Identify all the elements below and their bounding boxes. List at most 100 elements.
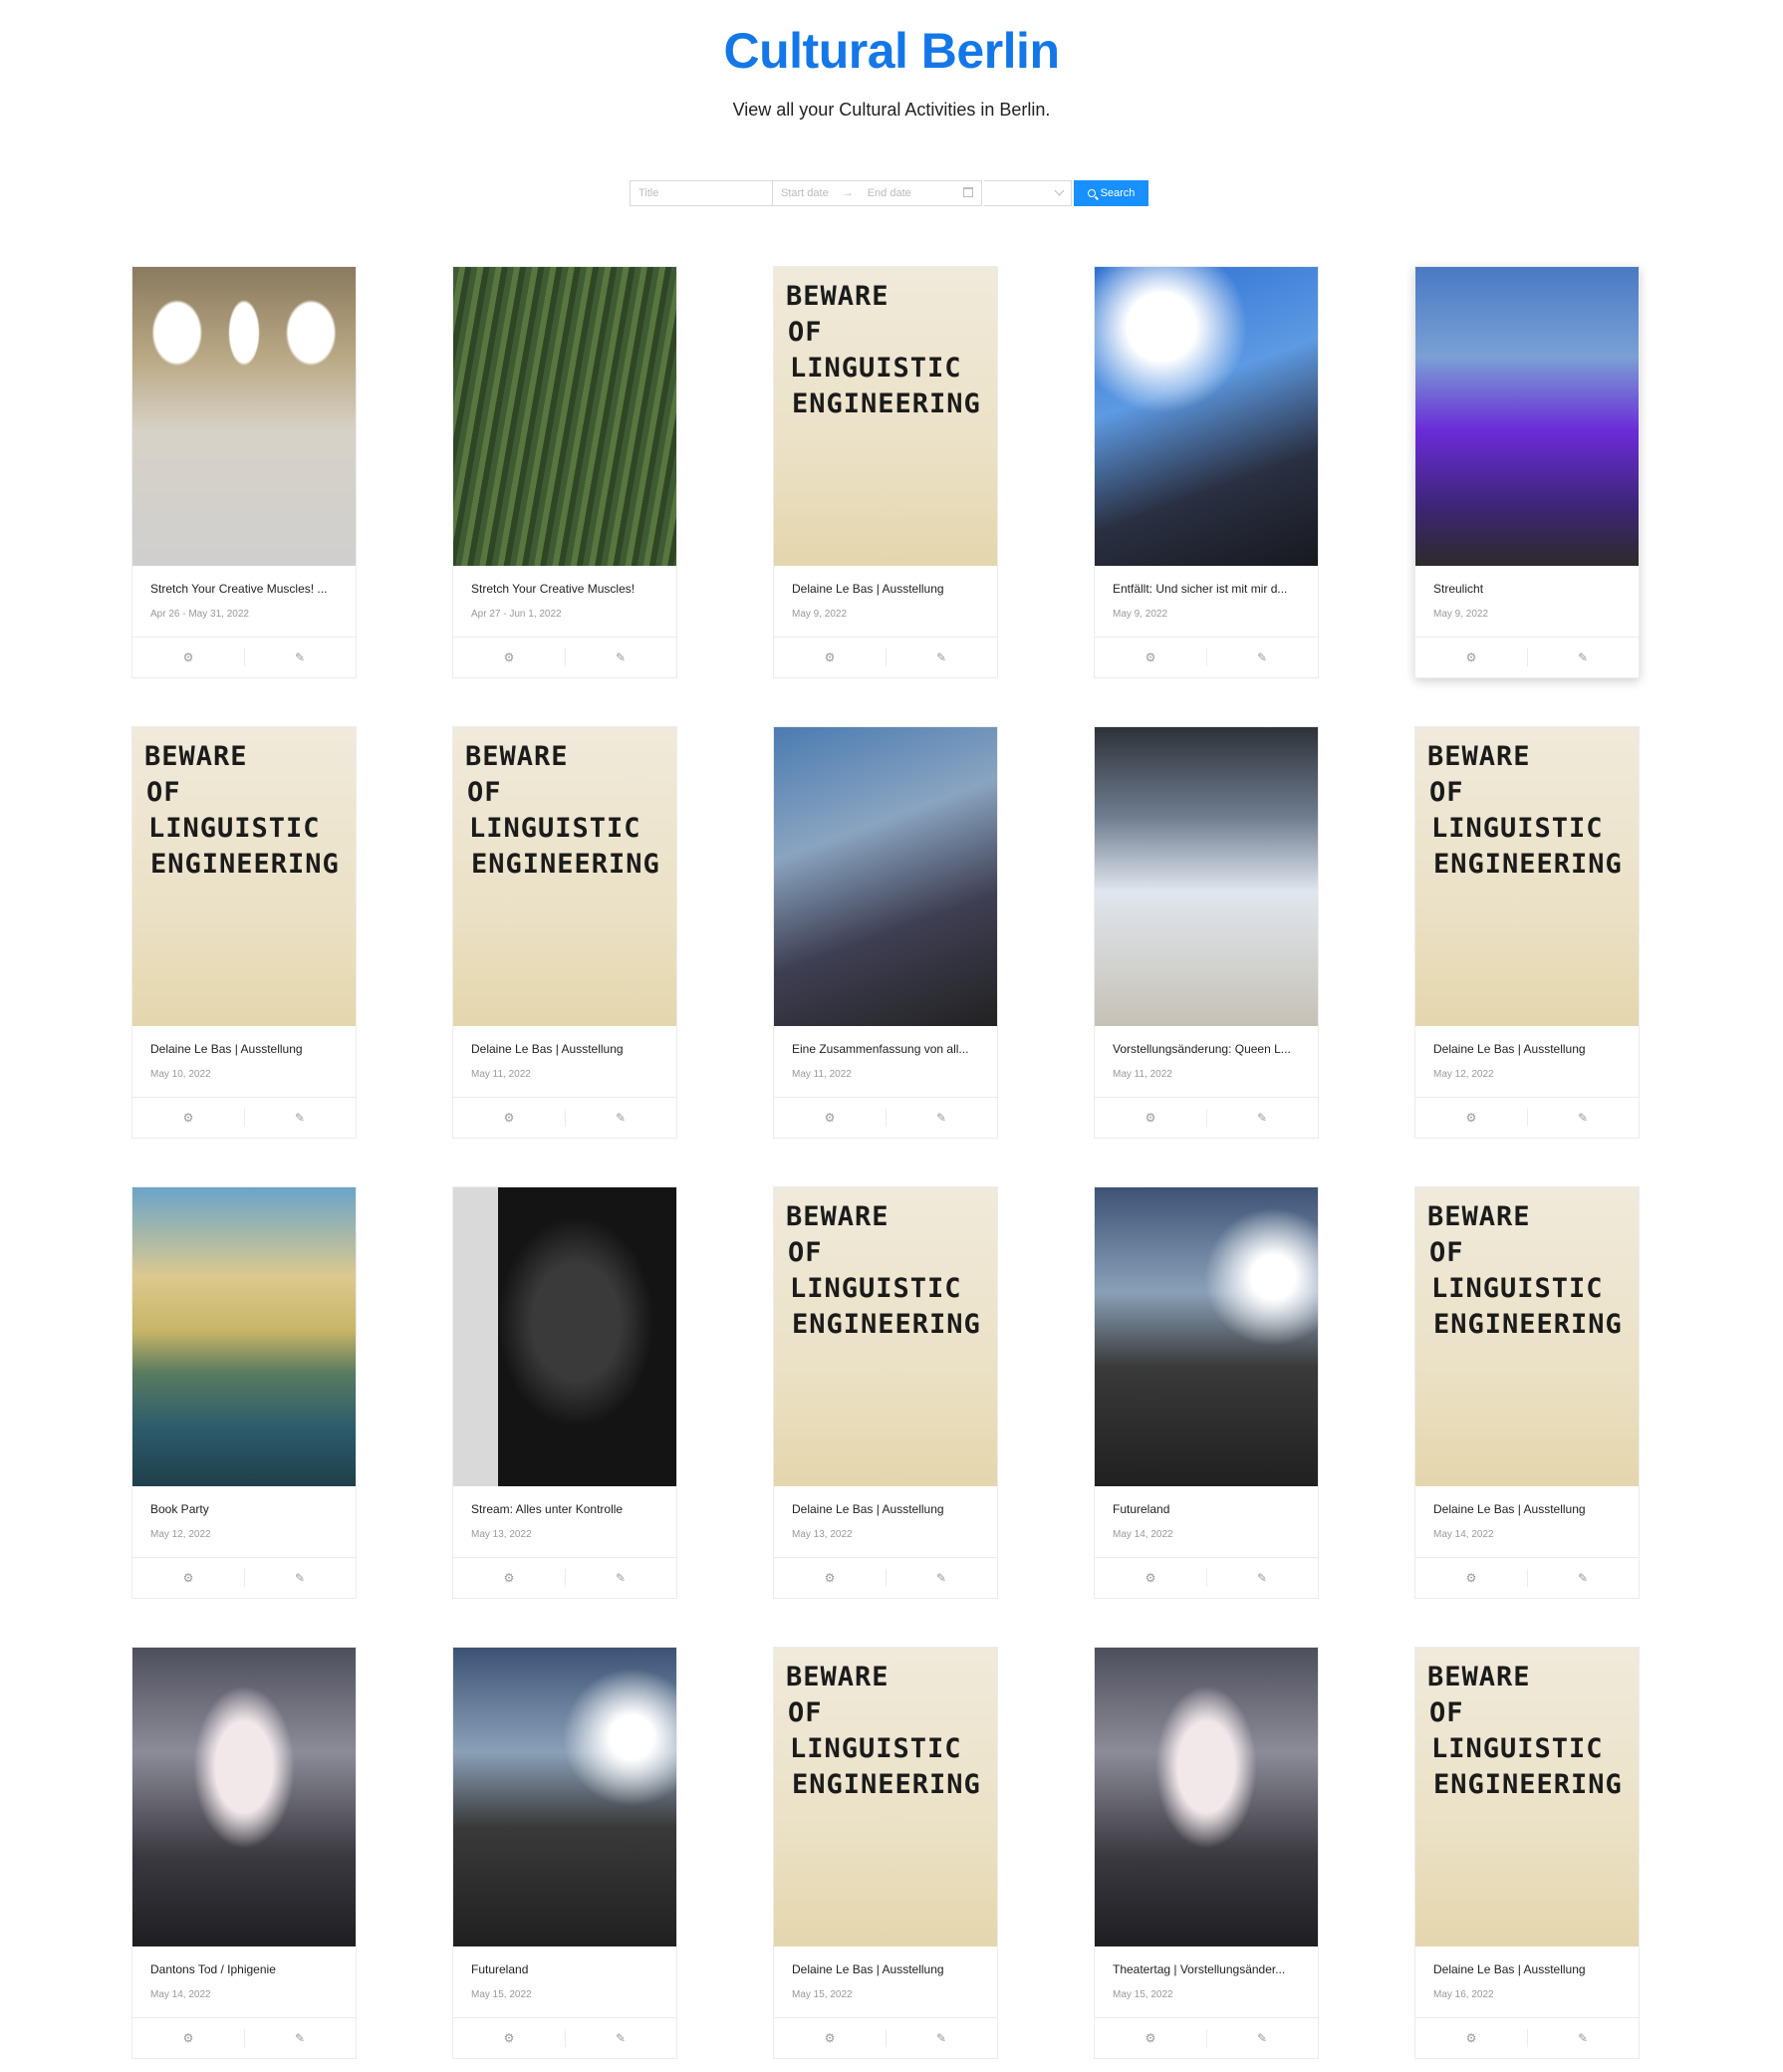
edit-button[interactable]: ✎	[244, 638, 356, 677]
settings-gear-icon: ⚙	[182, 2031, 194, 2046]
event-card[interactable]: BEWARE OF LINGUISTIC ENGINEERING Delaine Le …	[1414, 726, 1640, 1139]
settings-button[interactable]: ⚙	[132, 1098, 244, 1138]
event-image[interactable]	[1095, 267, 1318, 566]
event-card[interactable]: BEWARE OF LINGUISTIC ENGINEERING Delaine Le …	[773, 1186, 998, 1599]
event-card[interactable]: Dantons Tod / Iphigenie May 14, 2022 ⚙ ✎	[131, 1647, 357, 2059]
event-card[interactable]: BEWARE OF LINGUISTIC ENGINEERING Delaine Le …	[131, 726, 357, 1139]
edit-button[interactable]: ✎	[565, 2018, 676, 2058]
edit-button[interactable]: ✎	[244, 1098, 356, 1138]
settings-button[interactable]: ⚙	[453, 1098, 565, 1138]
event-image[interactable]: BEWARE OF LINGUISTIC ENGINEERING	[1415, 1187, 1639, 1486]
settings-button[interactable]: ⚙	[774, 1558, 886, 1598]
settings-button[interactable]: ⚙	[774, 1098, 886, 1138]
settings-button[interactable]: ⚙	[774, 638, 886, 677]
event-card[interactable]: Theatertag | Vorstellungsänder... May 15,…	[1094, 1647, 1319, 2059]
event-image[interactable]	[453, 1648, 676, 1946]
edit-button[interactable]: ✎	[1206, 2018, 1318, 2058]
settings-button[interactable]: ⚙	[1095, 638, 1206, 677]
edit-button[interactable]: ✎	[1206, 1558, 1318, 1598]
event-image[interactable]	[453, 1187, 676, 1486]
event-card[interactable]: BEWARE OF LINGUISTIC ENGINEERING Delaine Le …	[1414, 1186, 1640, 1599]
event-card[interactable]: Entfällt: Und sicher ist mit mir d... May…	[1094, 266, 1319, 678]
settings-button[interactable]: ⚙	[1095, 2018, 1206, 2058]
event-card[interactable]: Stream: Alles unter Kontrolle May 13, 202…	[452, 1186, 677, 1599]
event-card[interactable]: Streulicht May 9, 2022 ⚙ ✎	[1414, 266, 1640, 678]
event-image[interactable]	[1095, 1187, 1318, 1486]
event-date: May 9, 2022	[1433, 609, 1489, 620]
event-card[interactable]: BEWARE OF LINGUISTIC ENGINEERING Delaine Le …	[773, 1647, 998, 2059]
poster-line: OF	[788, 317, 823, 348]
settings-button[interactable]: ⚙	[132, 1558, 244, 1598]
settings-button[interactable]: ⚙	[1095, 1098, 1206, 1138]
settings-gear-icon: ⚙	[824, 650, 836, 665]
calendar-icon	[963, 187, 973, 197]
settings-gear-icon: ⚙	[1145, 1571, 1156, 1586]
event-image[interactable]	[774, 727, 997, 1026]
edit-button[interactable]: ✎	[565, 1558, 676, 1598]
settings-gear-icon: ⚙	[824, 1571, 836, 1586]
edit-button[interactable]: ✎	[565, 1098, 676, 1138]
edit-button[interactable]: ✎	[1527, 2018, 1639, 2058]
edit-pencil-icon: ✎	[935, 1111, 947, 1126]
poster-lettering: BEWARE OF LINGUISTIC ENGINEERING	[1427, 739, 1627, 883]
settings-button[interactable]: ⚙	[1415, 2018, 1527, 2058]
settings-button[interactable]: ⚙	[132, 638, 244, 677]
event-card[interactable]: Stretch Your Creative Muscles! ... Apr 26…	[131, 266, 357, 678]
edit-button[interactable]: ✎	[1527, 1098, 1639, 1138]
event-card[interactable]: Futureland May 15, 2022 ⚙ ✎	[452, 1647, 677, 2059]
date-range-picker[interactable]: Start date → End date	[773, 180, 982, 206]
edit-button[interactable]: ✎	[886, 1098, 997, 1138]
event-image[interactable]	[1415, 267, 1639, 566]
event-card[interactable]: BEWARE OF LINGUISTIC ENGINEERING Delaine Le …	[452, 726, 677, 1139]
category-select[interactable]	[984, 180, 1072, 206]
event-card[interactable]: BEWARE OF LINGUISTIC ENGINEERING Delaine Le …	[773, 266, 998, 678]
event-card[interactable]: BEWARE OF LINGUISTIC ENGINEERING Delaine Le …	[1414, 1647, 1640, 2059]
poster-lettering: BEWARE OF LINGUISTIC ENGINEERING	[465, 739, 664, 883]
settings-button[interactable]: ⚙	[1415, 638, 1527, 677]
event-image[interactable]	[132, 1187, 356, 1486]
event-card[interactable]: Vorstellungsänderung: Queen L... May 11, …	[1094, 726, 1319, 1139]
event-image[interactable]	[453, 267, 676, 566]
edit-button[interactable]: ✎	[1527, 1558, 1639, 1598]
event-image[interactable]: BEWARE OF LINGUISTIC ENGINEERING	[132, 727, 356, 1026]
edit-button[interactable]: ✎	[1527, 638, 1639, 677]
event-image[interactable]: BEWARE OF LINGUISTIC ENGINEERING	[774, 1187, 997, 1486]
event-image[interactable]	[1095, 1648, 1318, 1946]
event-card[interactable]: Eine Zusammenfassung von all... May 11, 2…	[773, 726, 998, 1139]
event-image[interactable]: BEWARE OF LINGUISTIC ENGINEERING	[1415, 727, 1639, 1026]
edit-button[interactable]: ✎	[886, 1558, 997, 1598]
event-image[interactable]	[132, 267, 356, 566]
settings-button[interactable]: ⚙	[774, 2018, 886, 2058]
poster-line: ENGINEERING	[792, 388, 981, 419]
edit-button[interactable]: ✎	[244, 1558, 356, 1598]
edit-button[interactable]: ✎	[1206, 638, 1318, 677]
edit-button[interactable]: ✎	[1206, 1098, 1318, 1138]
settings-button[interactable]: ⚙	[132, 2018, 244, 2058]
settings-button[interactable]: ⚙	[453, 1558, 565, 1598]
event-card[interactable]: Book Party May 12, 2022 ⚙ ✎	[131, 1186, 357, 1599]
edit-button[interactable]: ✎	[565, 638, 676, 677]
event-card[interactable]: Stretch Your Creative Muscles! Apr 27 - J…	[452, 266, 677, 678]
edit-button[interactable]: ✎	[244, 2018, 356, 2058]
event-image[interactable]: BEWARE OF LINGUISTIC ENGINEERING	[774, 267, 997, 566]
settings-button[interactable]: ⚙	[1415, 1558, 1527, 1598]
settings-button[interactable]: ⚙	[1095, 1558, 1206, 1598]
edit-button[interactable]: ✎	[886, 2018, 997, 2058]
card-body: Theatertag | Vorstellungsänder... May 15,…	[1095, 1946, 1318, 2017]
event-title: Delaine Le Bas | Ausstellung	[1433, 1962, 1586, 1976]
event-image[interactable]	[1095, 727, 1318, 1026]
search-button[interactable]: Search	[1074, 180, 1148, 206]
card-actions: ⚙ ✎	[453, 1097, 676, 1138]
event-image[interactable]: BEWARE OF LINGUISTIC ENGINEERING	[1415, 1648, 1639, 1946]
event-image[interactable]	[132, 1648, 356, 1946]
settings-gear-icon: ⚙	[182, 1571, 194, 1586]
event-card[interactable]: Futureland May 14, 2022 ⚙ ✎	[1094, 1186, 1319, 1599]
event-date: May 16, 2022	[1433, 1989, 1494, 2000]
settings-button[interactable]: ⚙	[453, 2018, 565, 2058]
settings-button[interactable]: ⚙	[453, 638, 565, 677]
settings-button[interactable]: ⚙	[1415, 1098, 1527, 1138]
event-image[interactable]: BEWARE OF LINGUISTIC ENGINEERING	[774, 1648, 997, 1946]
title-search-input[interactable]: Title	[630, 180, 773, 206]
event-image[interactable]: BEWARE OF LINGUISTIC ENGINEERING	[453, 727, 676, 1026]
edit-button[interactable]: ✎	[886, 638, 997, 677]
